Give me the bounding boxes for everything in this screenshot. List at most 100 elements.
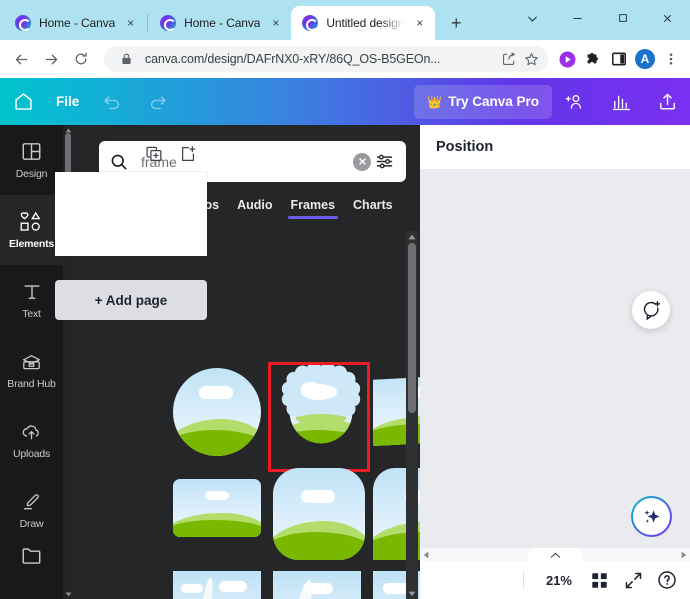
side-panel-icon[interactable]: [606, 45, 632, 73]
panel-scrollbar[interactable]: [406, 231, 418, 599]
sidebar-item-draw[interactable]: Draw: [0, 475, 63, 545]
zoom-level-value[interactable]: 21%: [538, 573, 580, 588]
extension-icons: A: [554, 45, 684, 73]
thumb-hill-front: [173, 519, 261, 537]
magic-ai-button[interactable]: [631, 496, 672, 537]
browser-tab-3-active[interactable]: Untitled design ×: [291, 6, 436, 40]
magic-sparkle-icon: [633, 498, 670, 535]
forward-arrow-icon[interactable]: [36, 44, 66, 74]
cloud-icon: [301, 490, 335, 503]
browser-window: Home - Canva × Home - Canva × Untitled d…: [0, 0, 690, 599]
file-menu-button[interactable]: File: [46, 94, 89, 109]
grid-view-icon[interactable]: [584, 565, 614, 595]
try-canva-pro-button[interactable]: 👑 Try Canva Pro: [414, 84, 552, 119]
scroll-down-arrow[interactable]: [63, 589, 73, 599]
collapse-bottom-bar-button[interactable]: [528, 548, 582, 562]
frame-result-brush-2[interactable]: [273, 571, 361, 599]
position-panel-header: Position: [420, 125, 690, 169]
cloud-icon: [199, 386, 233, 399]
sidebar-item-label: Text: [22, 307, 41, 320]
add-page-button[interactable]: + Add page: [55, 280, 207, 320]
frame-result-brush-1[interactable]: [173, 571, 261, 599]
folder-projects-icon: [22, 548, 41, 564]
url-text: canva.com/design/DAFrNX0-xRY/86Q_OS-B5GE…: [145, 52, 441, 66]
tab-close-icon[interactable]: ×: [123, 16, 138, 31]
browser-tab-2[interactable]: Home - Canva ×: [149, 6, 291, 40]
tab-title: Home - Canva: [184, 16, 261, 30]
canva-favicon-icon: [15, 15, 31, 31]
comment-button[interactable]: [632, 291, 670, 329]
browser-tab-1[interactable]: Home - Canva ×: [4, 6, 146, 40]
add-collaborator-icon[interactable]: [552, 91, 598, 113]
thumb-hill-front: [273, 532, 365, 560]
sidebar-item-design[interactable]: Design: [0, 125, 63, 195]
lock-icon: [115, 48, 137, 70]
scroll-right-arrow[interactable]: [681, 551, 687, 559]
sidebar-item-label: Design: [15, 168, 48, 180]
reload-icon[interactable]: [66, 44, 96, 74]
home-icon[interactable]: [0, 91, 46, 112]
tab-close-icon[interactable]: ×: [412, 16, 427, 31]
cloud-icon: [205, 491, 229, 500]
clear-x-icon[interactable]: [353, 152, 371, 171]
duplicate-page-icon[interactable]: [145, 145, 163, 163]
tab-list: Home - Canva × Home - Canva × Untitled d…: [4, 6, 469, 40]
sidebar-item-label: Brand Hub: [7, 377, 56, 390]
puzzle-extensions-icon[interactable]: [580, 45, 606, 73]
back-arrow-icon[interactable]: [6, 44, 36, 74]
scroll-down-arrow[interactable]: [406, 588, 418, 599]
redo-icon[interactable]: [135, 92, 181, 112]
frame-result-squircle[interactable]: [273, 468, 365, 560]
tab-search-chevron-down-icon[interactable]: [510, 1, 555, 35]
sidebar-item-elements[interactable]: Elements: [0, 195, 63, 265]
tab-title: Home - Canva: [39, 16, 116, 30]
tab-audio[interactable]: Audio: [237, 198, 272, 219]
share-icon[interactable]: [498, 48, 520, 70]
three-dot-menu-icon[interactable]: [658, 45, 684, 73]
star-bookmark-icon[interactable]: [520, 48, 542, 70]
page-title: Position: [436, 139, 494, 155]
try-pro-label: Try Canva Pro: [448, 94, 539, 109]
scallop-frame-shape: [281, 363, 361, 425]
sidebar-item-uploads[interactable]: Uploads: [0, 405, 63, 475]
add-page-icon[interactable]: [179, 145, 197, 163]
canva-favicon-icon: [160, 15, 177, 31]
new-tab-button[interactable]: +: [443, 10, 469, 36]
sidebar-item-label: Draw: [19, 517, 44, 530]
help-question-icon[interactable]: [652, 565, 682, 595]
avatar[interactable]: A: [632, 45, 658, 73]
brand-hub-icon: [22, 354, 41, 369]
cloud-icon: [219, 581, 247, 592]
tab-charts[interactable]: Charts: [353, 198, 393, 219]
pen-draw-icon: [23, 493, 39, 509]
frame-result-circle[interactable]: [173, 368, 261, 456]
crown-icon: 👑: [427, 94, 443, 109]
tab-title: Untitled design: [326, 16, 405, 30]
minimize-icon[interactable]: [555, 1, 600, 35]
search-icon: [110, 153, 132, 171]
sidebar-item-text[interactable]: Text: [0, 265, 63, 335]
close-icon[interactable]: [645, 1, 690, 35]
scroll-up-arrow[interactable]: [406, 231, 418, 242]
sidebar-item-brand-hub[interactable]: Brand Hub: [0, 335, 63, 405]
browser-tab-strip: Home - Canva × Home - Canva × Untitled d…: [0, 0, 690, 40]
sidebar-item-projects[interactable]: [0, 545, 63, 593]
bar-chart-icon[interactable]: [598, 91, 644, 112]
play-extension-icon[interactable]: [554, 45, 580, 73]
undo-icon[interactable]: [89, 92, 135, 112]
maximize-icon[interactable]: [600, 1, 645, 35]
text-T-icon: [23, 284, 40, 299]
export-upload-icon[interactable]: [644, 91, 690, 112]
canva-top-bar: File 👑 Try Canva Pro: [0, 78, 690, 125]
tab-separator: [147, 14, 149, 32]
panel-scrollbar-thumb[interactable]: [408, 243, 416, 413]
design-page-canvas[interactable]: [55, 172, 207, 256]
canva-favicon-icon: [302, 15, 319, 31]
frame-result-small-rounded-rect[interactable]: [173, 479, 261, 537]
expand-fullscreen-icon[interactable]: [618, 565, 648, 595]
scroll-left-arrow[interactable]: [423, 551, 429, 559]
tab-frames[interactable]: Frames: [287, 198, 339, 219]
filter-sliders-icon[interactable]: [371, 152, 397, 171]
address-bar[interactable]: canva.com/design/DAFrNX0-xRY/86Q_OS-B5GE…: [104, 46, 548, 72]
tab-close-icon[interactable]: ×: [268, 16, 283, 31]
